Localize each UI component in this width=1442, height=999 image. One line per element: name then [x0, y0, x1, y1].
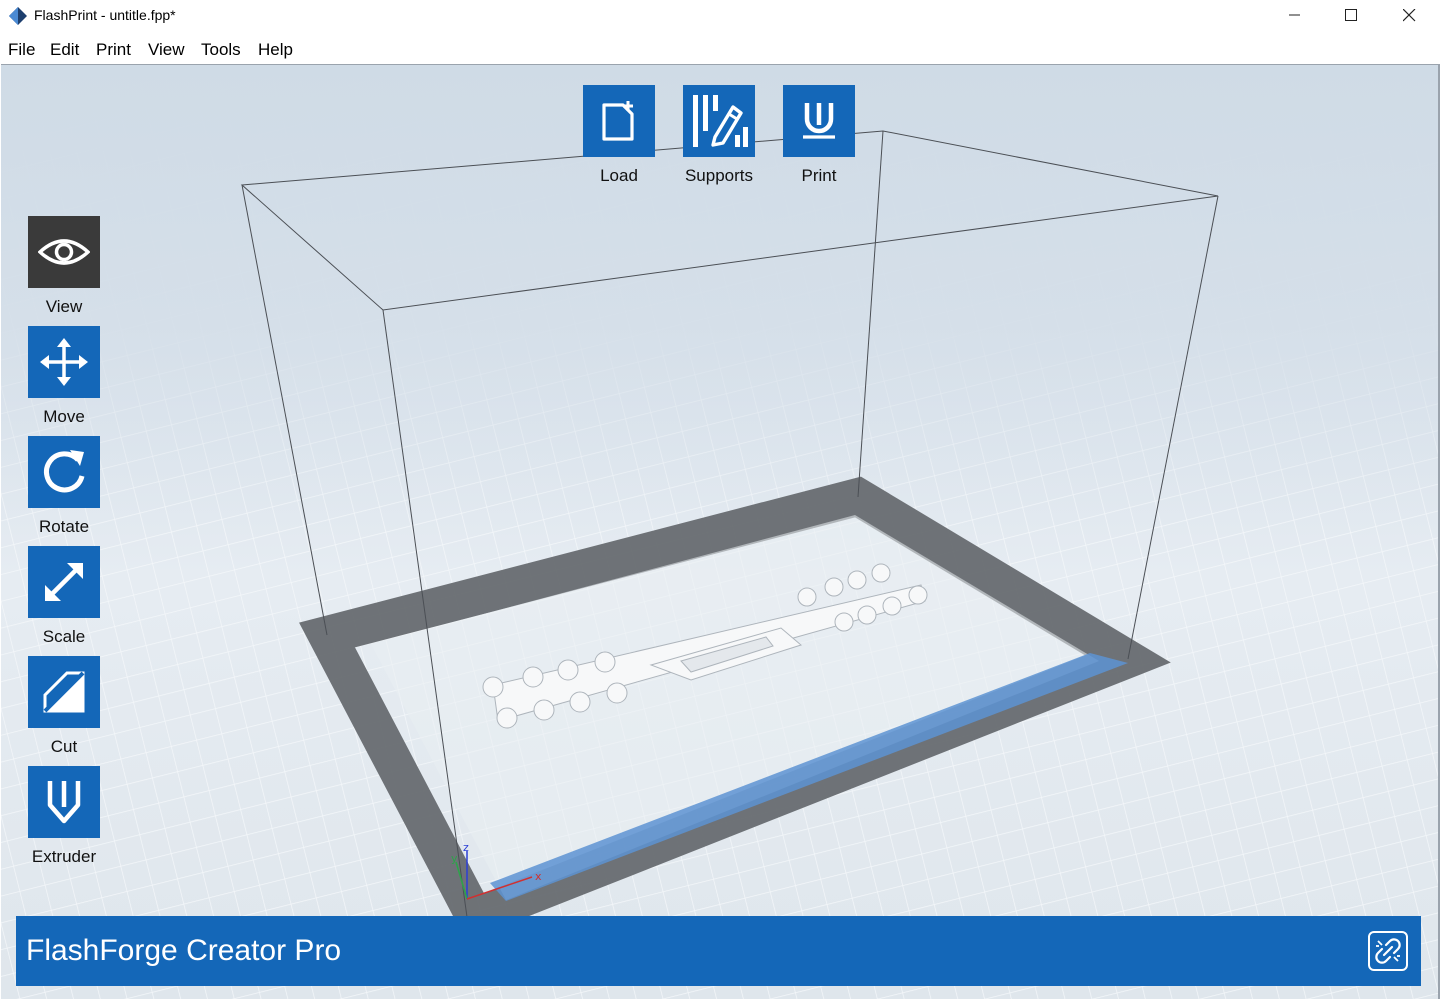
- extruder-tool-label: Extruder: [31, 847, 97, 866]
- load-label: Load: [600, 166, 638, 185]
- view-tool-button[interactable]: View: [28, 216, 100, 317]
- move-arrows-icon: [40, 338, 88, 386]
- connect-printer-button[interactable]: [1368, 931, 1408, 971]
- 3d-viewport[interactable]: z y x Load Supports Print View Move Rota…: [1, 64, 1440, 999]
- flashprint-logo-icon: [9, 7, 27, 25]
- window-title: FlashPrint - untitle.fpp*: [34, 7, 176, 23]
- menu-file[interactable]: File: [8, 40, 35, 60]
- view-tool-label: View: [45, 297, 83, 316]
- scale-arrow-icon: [45, 563, 83, 601]
- print-label: Print: [801, 166, 837, 185]
- menu-view[interactable]: View: [148, 40, 185, 60]
- rotate-tool-label: Rotate: [38, 517, 90, 536]
- load-button[interactable]: Load: [583, 85, 655, 186]
- status-bar: FlashForge Creator Pro: [16, 916, 1421, 986]
- load-file-icon: [602, 101, 634, 141]
- eye-icon: [38, 239, 90, 265]
- menu-help[interactable]: Help: [258, 40, 293, 60]
- rotate-icon: [44, 450, 85, 493]
- cut-icon: [43, 671, 85, 713]
- maximize-button[interactable]: [1322, 0, 1380, 30]
- print-button[interactable]: Print: [783, 85, 855, 186]
- menu-bar: File Edit Print View Tools Help: [0, 36, 1442, 64]
- menu-edit[interactable]: Edit: [50, 40, 79, 60]
- extruder-tool-button[interactable]: Extruder: [28, 766, 100, 867]
- print-nozzle-icon: [803, 103, 835, 139]
- extruder-icon: [47, 781, 81, 824]
- disconnected-link-icon: [1375, 938, 1401, 964]
- maximize-icon: [1344, 8, 1357, 21]
- build-scene: z y x: [1, 65, 1438, 999]
- supports-icon: [693, 95, 748, 147]
- move-tool-button[interactable]: Move: [28, 326, 100, 427]
- minimize-button[interactable]: [1266, 0, 1324, 30]
- supports-label: Supports: [684, 166, 754, 185]
- supports-button[interactable]: Supports: [683, 85, 755, 186]
- axis-y-label: y: [451, 852, 458, 865]
- axis-z-label: z: [463, 841, 469, 854]
- move-tool-label: Move: [43, 407, 85, 426]
- printer-name: FlashForge Creator Pro: [26, 934, 342, 967]
- menu-print[interactable]: Print: [96, 40, 131, 60]
- cut-tool-button[interactable]: Cut: [28, 656, 100, 757]
- scale-tool-label: Scale: [42, 627, 86, 646]
- minimize-icon: [1289, 14, 1300, 16]
- scale-tool-button[interactable]: Scale: [28, 546, 100, 647]
- title-bar: FlashPrint - untitle.fpp*: [0, 0, 1442, 32]
- close-button[interactable]: [1380, 0, 1438, 30]
- axis-x-label: x: [535, 870, 542, 883]
- close-icon: [1402, 8, 1415, 21]
- menu-tools[interactable]: Tools: [201, 40, 241, 60]
- rotate-tool-button[interactable]: Rotate: [28, 436, 100, 537]
- cut-tool-label: Cut: [50, 737, 78, 756]
